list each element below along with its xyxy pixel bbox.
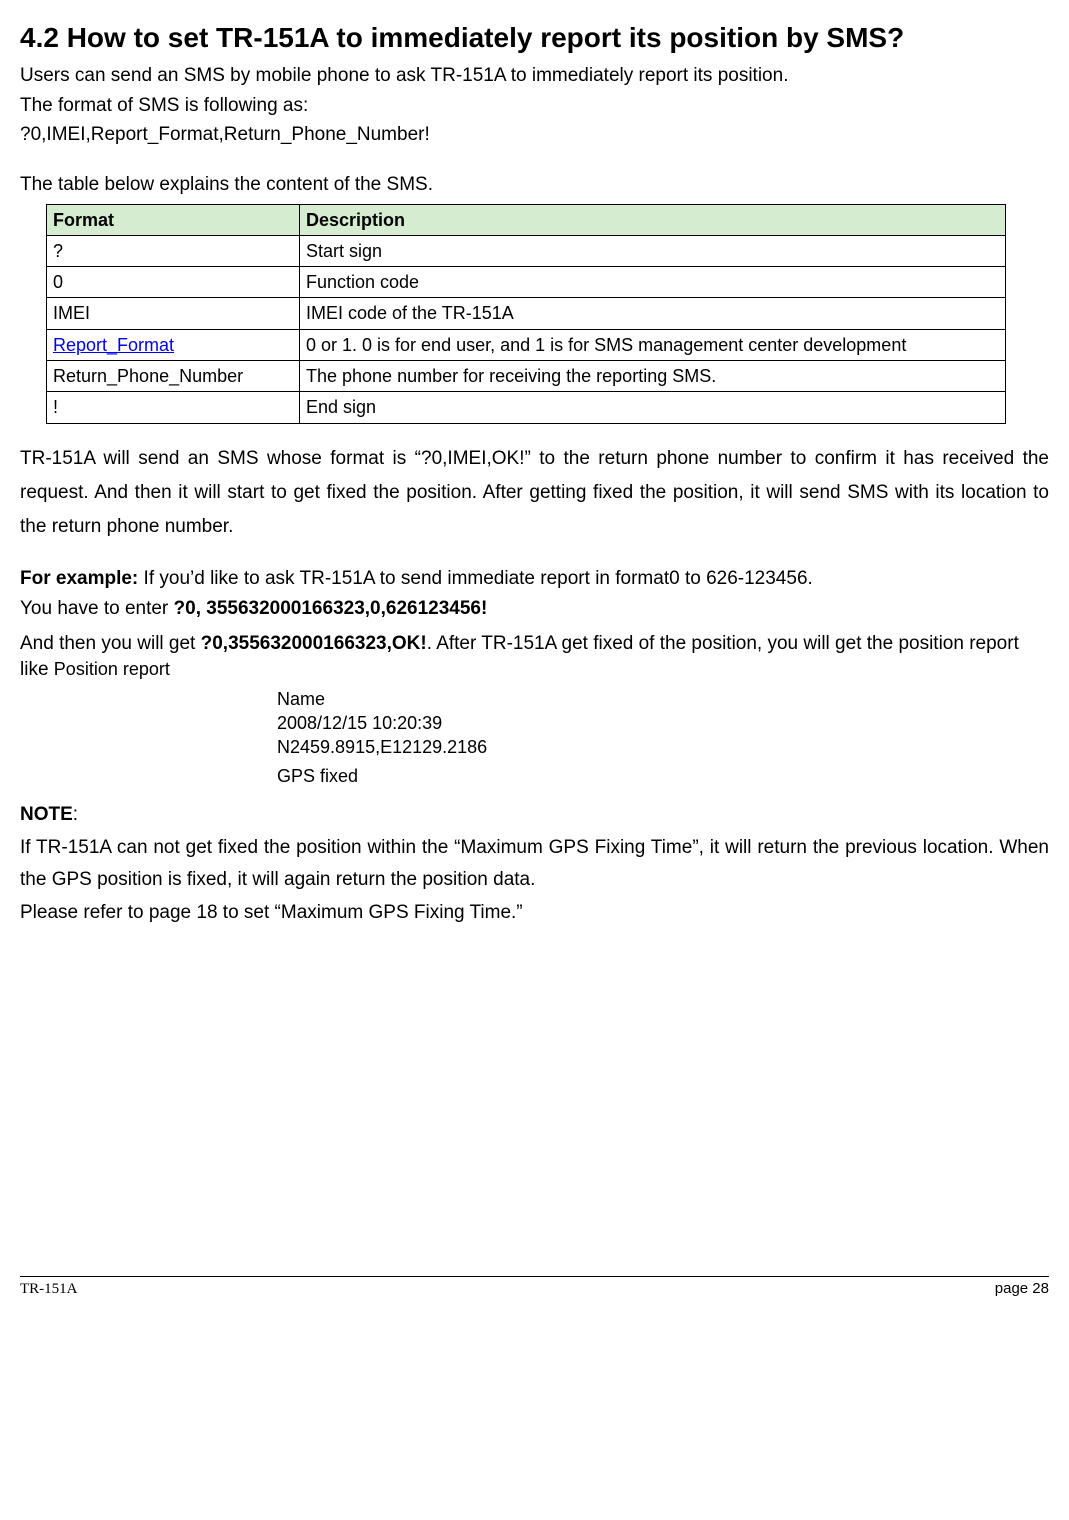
footer-model: TR-151A [20,1279,78,1299]
table-cell-description: The phone number for receiving the repor… [300,361,1006,392]
position-report-coordinates: N2459.8915,E12129.2186 [277,735,1049,759]
table-cell-format: IMEI [47,298,300,329]
table-row: IMEIIMEI code of the TR-151A [47,298,1006,329]
position-report-status: GPS fixed [277,764,1049,788]
example-line-2-pre: You have to enter [20,598,174,619]
example-line-1: For example: If you’d like to ask TR-151… [20,566,1049,592]
table-cell-description: IMEI code of the TR-151A [300,298,1006,329]
table-row: Return_Phone_NumberThe phone number for … [47,361,1006,392]
intro-paragraph-1: Users can send an SMS by mobile phone to… [20,63,1049,89]
position-report-timestamp: 2008/12/15 10:20:39 [277,711,1049,735]
example-line-3-pre: And then you will get [20,633,201,654]
page-footer: TR-151A page 28 [20,1279,1049,1299]
note-label: NOTE [20,804,73,825]
table-cell-format: 0 [47,267,300,298]
table-cell-description: Start sign [300,235,1006,266]
example-line-1-rest: If you’d like to ask TR-151A to send imm… [138,568,813,589]
example-command: ?0, 355632000166323,0,626123456! [174,598,488,619]
table-cell-description: 0 or 1. 0 is for end user, and 1 is for … [300,329,1006,360]
example-line-2: You have to enter ?0, 355632000166323,0,… [20,596,1049,622]
position-report-name: Name [277,687,1049,711]
table-cell-format: ? [47,235,300,266]
footer-divider [20,1276,1049,1277]
note-colon: : [73,804,78,825]
example-line-3: And then you will get ?0,355632000166323… [20,631,1049,682]
section-heading: 4.2 How to set TR-151A to immediately re… [20,20,1049,55]
note-body-2: Please refer to page 18 to set “Maximum … [20,900,1049,926]
report-format-link[interactable]: Report_Format [53,335,174,355]
table-cell-format: Return_Phone_Number [47,361,300,392]
note-heading: NOTE: [20,802,1049,828]
intro-paragraph-2: The format of SMS is following as: [20,93,1049,119]
table-row: 0Function code [47,267,1006,298]
table-cell-format: ! [47,392,300,423]
table-row: !End sign [47,392,1006,423]
example-label: For example: [20,568,138,589]
note-body-1: If TR-151A can not get fixed the positio… [20,832,1049,897]
table-cell-format: Report_Format [47,329,300,360]
table-row: ?Start sign [47,235,1006,266]
table-intro: The table below explains the content of … [20,172,1049,198]
example-response: ?0,355632000166323,OK! [201,633,427,654]
footer-page-number: page 28 [995,1279,1049,1299]
table-row: Report_Format 0 or 1. 0 is for end user, … [47,329,1006,360]
sms-format-table: Format Description ?Start sign0Function … [46,204,1006,424]
position-report-line-1-inline: Position report [54,659,170,679]
table-cell-description: Function code [300,267,1006,298]
table-header-format: Format [47,204,300,235]
table-header-description: Description [300,204,1006,235]
confirmation-paragraph: TR-151A will send an SMS whose format is… [20,442,1049,545]
position-report-block: Name 2008/12/15 10:20:39 N2459.8915,E121… [277,687,1049,788]
table-cell-description: End sign [300,392,1006,423]
sms-format-string: ?0,IMEI,Report_Format,Return_Phone_Numbe… [20,122,1049,148]
